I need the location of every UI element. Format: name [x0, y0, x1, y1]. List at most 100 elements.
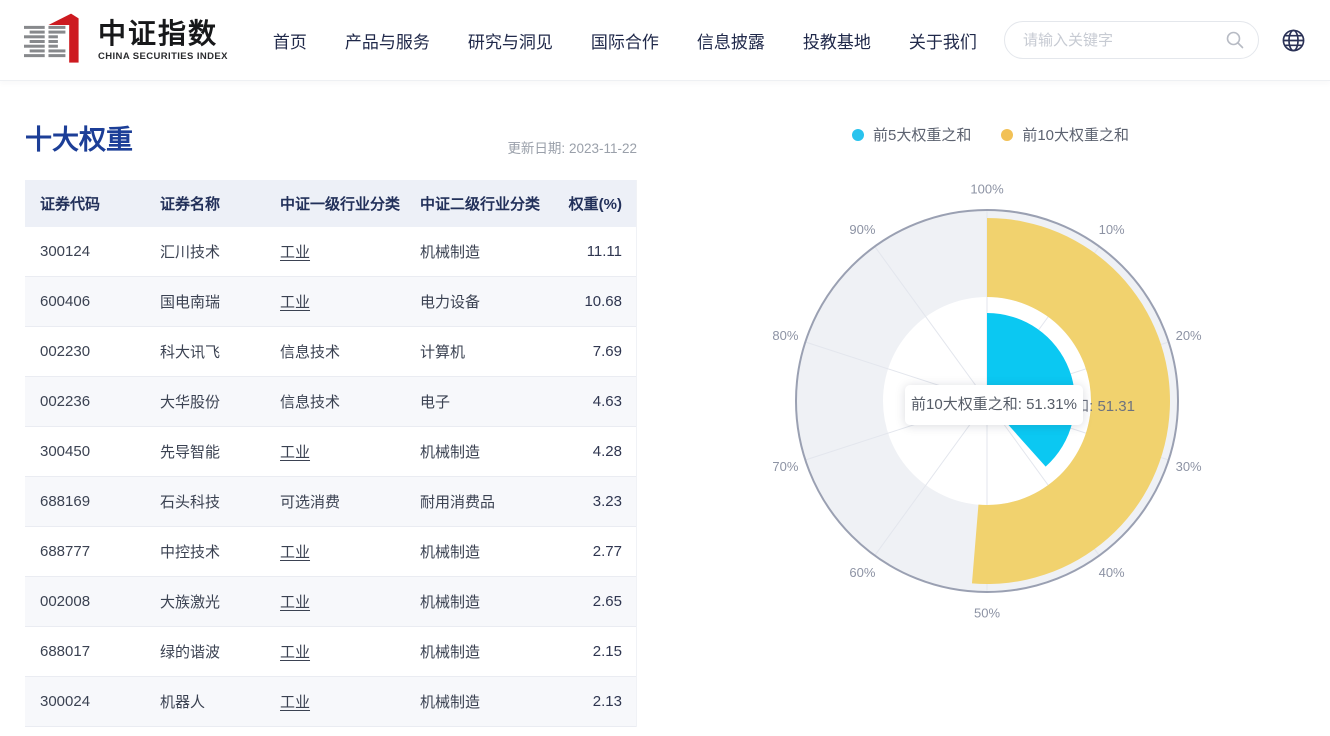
cell-code: 300024	[40, 693, 91, 710]
tick-label: 90%	[849, 222, 875, 237]
table-header-row: 证券代码 证券名称 中证一级行业分类 中证二级行业分类 权重(%)	[25, 180, 636, 227]
table-row: 002008 大族激光 工业 机械制造 2.65	[25, 577, 636, 627]
table-row: 002230 科大讯飞 信息技术 计算机 7.69	[25, 327, 636, 377]
nav-item-5[interactable]: 信息披露	[697, 28, 765, 53]
table-row: 002236 大华股份 信息技术 电子 4.63	[25, 377, 636, 427]
logo-title: 中证指数	[98, 17, 219, 49]
cell-name: 科大讯飞	[160, 344, 221, 361]
nav-item-1[interactable]: 首页	[273, 28, 307, 53]
top-header: 中证指数 CHINA SECURITIES INDEX 首页 产品与服务 研究与洞见…	[0, 0, 1330, 81]
column-header: 权重(%)	[568, 196, 622, 213]
page: 中证指数 CHINA SECURITIES INDEX 首页 产品与服务 研究与洞见…	[0, 0, 1330, 736]
column-header: 证券名称	[160, 196, 221, 213]
tick-label: 40%	[1099, 565, 1125, 580]
tick-label: 100%	[970, 182, 1004, 197]
cell-industry1-link[interactable]: 工业	[280, 294, 310, 311]
legend-dot-icon	[1001, 128, 1014, 141]
cell-industry1-link[interactable]: 工业	[280, 444, 310, 461]
table-row: 300450 先导智能 工业 机械制造 4.28	[25, 427, 636, 477]
cell-industry1: 工业	[265, 291, 405, 312]
cell-industry2: 电力设备	[420, 294, 481, 311]
legend-item-1[interactable]: 前5大权重之和	[852, 124, 971, 145]
cell-industry2: 机械制造	[420, 244, 481, 261]
cell-industry1-link[interactable]: 工业	[280, 544, 310, 561]
cell-industry2: 计算机	[420, 344, 466, 361]
cell-weight: 2.77	[592, 543, 622, 560]
globe-icon[interactable]	[1281, 28, 1306, 53]
cell-code: 688169	[40, 493, 91, 510]
cell-name: 中控技术	[160, 544, 221, 561]
cell-weight: 7.69	[592, 343, 622, 360]
cell-weight: 2.15	[592, 643, 622, 660]
column-header: 证券代码	[40, 196, 101, 213]
cell-industry1-link[interactable]: 工业	[280, 644, 310, 661]
cell-industry1: 可选消费	[280, 494, 341, 511]
nav-item-3[interactable]: 研究与洞见	[468, 28, 553, 53]
tick-label: 30%	[1176, 459, 1202, 474]
nav-item-7[interactable]: 关于我们	[909, 28, 977, 53]
nav-item-6[interactable]: 投教基地	[803, 28, 871, 53]
nav-item-2[interactable]: 产品与服务	[345, 28, 430, 53]
nav-item-4[interactable]: 国际合作	[591, 28, 659, 53]
tick-label: 70%	[772, 459, 798, 474]
csi-logo-icon	[24, 13, 79, 63]
cell-code: 002236	[40, 393, 91, 410]
cell-industry1: 工业	[265, 241, 405, 262]
cell-name: 汇川技术	[160, 244, 221, 261]
cell-industry1-link[interactable]: 工业	[280, 594, 310, 611]
weights-radial-chart[interactable]: 100% 10% 20% 30% 40% 50% 60% 70% 80% 90% 前10大权重之和…	[767, 176, 1207, 636]
cell-industry2: 机械制造	[420, 544, 481, 561]
cell-name: 石头科技	[160, 494, 221, 511]
cell-weight: 2.65	[592, 593, 622, 610]
cell-industry1: 工业	[265, 641, 405, 662]
chart-legend: 前5大权重之和 前10大权重之和	[852, 124, 1159, 145]
cell-industry2: 机械制造	[420, 594, 481, 611]
table-row: 688017 绿的谐波 工业 机械制造 2.15	[25, 627, 636, 677]
cell-industry2: 机械制造	[420, 444, 481, 461]
update-date: 更新日期: 2023-11-22	[507, 141, 637, 156]
tick-label: 80%	[772, 328, 798, 343]
tick-label: 10%	[1099, 222, 1125, 237]
main-nav: 首页 产品与服务 研究与洞见 国际合作 信息披露 投教基地 关于我们	[254, 28, 996, 53]
logo[interactable]: 中证指数 CHINA SECURITIES INDEX	[24, 13, 228, 67]
cell-industry1: 工业	[265, 541, 405, 562]
table-row: 688169 石头科技 可选消费 耐用消费品 3.23	[25, 477, 636, 527]
legend-dot-icon	[852, 128, 864, 141]
cell-weight: 10.68	[584, 293, 622, 310]
table-row: 688777 中控技术 工业 机械制造 2.77	[25, 527, 636, 577]
cell-industry1: 信息技术	[280, 344, 341, 361]
cell-code: 688777	[40, 543, 91, 560]
cell-industry1-link[interactable]: 工业	[280, 694, 310, 711]
cell-industry1: 工业	[265, 441, 405, 462]
table-body: 300124 汇川技术 工业 机械制造 11.11 600406 国电南瑞 工业 电力设备 10.…	[25, 227, 636, 727]
logo-text: 中证指数 CHINA SECURITIES INDEX	[98, 17, 228, 62]
cell-industry1: 信息技术	[280, 394, 341, 411]
weights-table: 证券代码 证券名称 中证一级行业分类 中证二级行业分类 权重(%) 300124 汇川技术…	[25, 180, 637, 727]
cell-industry2: 机械制造	[420, 694, 481, 711]
cell-weight: 4.28	[592, 443, 622, 460]
cell-industry2: 电子	[420, 394, 451, 411]
cell-code: 002230	[40, 343, 91, 360]
cell-industry2: 耐用消费品	[420, 494, 496, 511]
tick-label: 20%	[1176, 328, 1202, 343]
cell-name: 国电南瑞	[160, 294, 221, 311]
legend-item-2[interactable]: 前10大权重之和	[1001, 124, 1129, 145]
column-header: 中证一级行业分类	[280, 196, 401, 213]
cell-name: 先导智能	[160, 444, 221, 461]
search-icon[interactable]	[1224, 29, 1246, 51]
search-box	[1004, 21, 1259, 59]
cell-industry1-link[interactable]: 工业	[280, 244, 310, 261]
table-row: 300124 汇川技术 工业 机械制造 11.11	[25, 227, 636, 277]
cell-industry1: 工业	[265, 691, 405, 712]
chart-tooltip: 前10大权重之和: 51.31%	[905, 385, 1083, 425]
table-row: 300024 机器人 工业 机械制造 2.13	[25, 677, 636, 727]
table-row: 600406 国电南瑞 工业 电力设备 10.68	[25, 277, 636, 327]
cell-name: 大族激光	[160, 594, 221, 611]
legend-label: 前10大权重之和	[1022, 127, 1130, 144]
cell-code: 600406	[40, 293, 91, 310]
cell-industry1: 工业	[265, 591, 405, 612]
search-input[interactable]	[1004, 21, 1259, 59]
tick-label: 60%	[849, 565, 875, 580]
cell-weight: 11.11	[586, 243, 622, 260]
cell-name: 机器人	[160, 694, 206, 711]
